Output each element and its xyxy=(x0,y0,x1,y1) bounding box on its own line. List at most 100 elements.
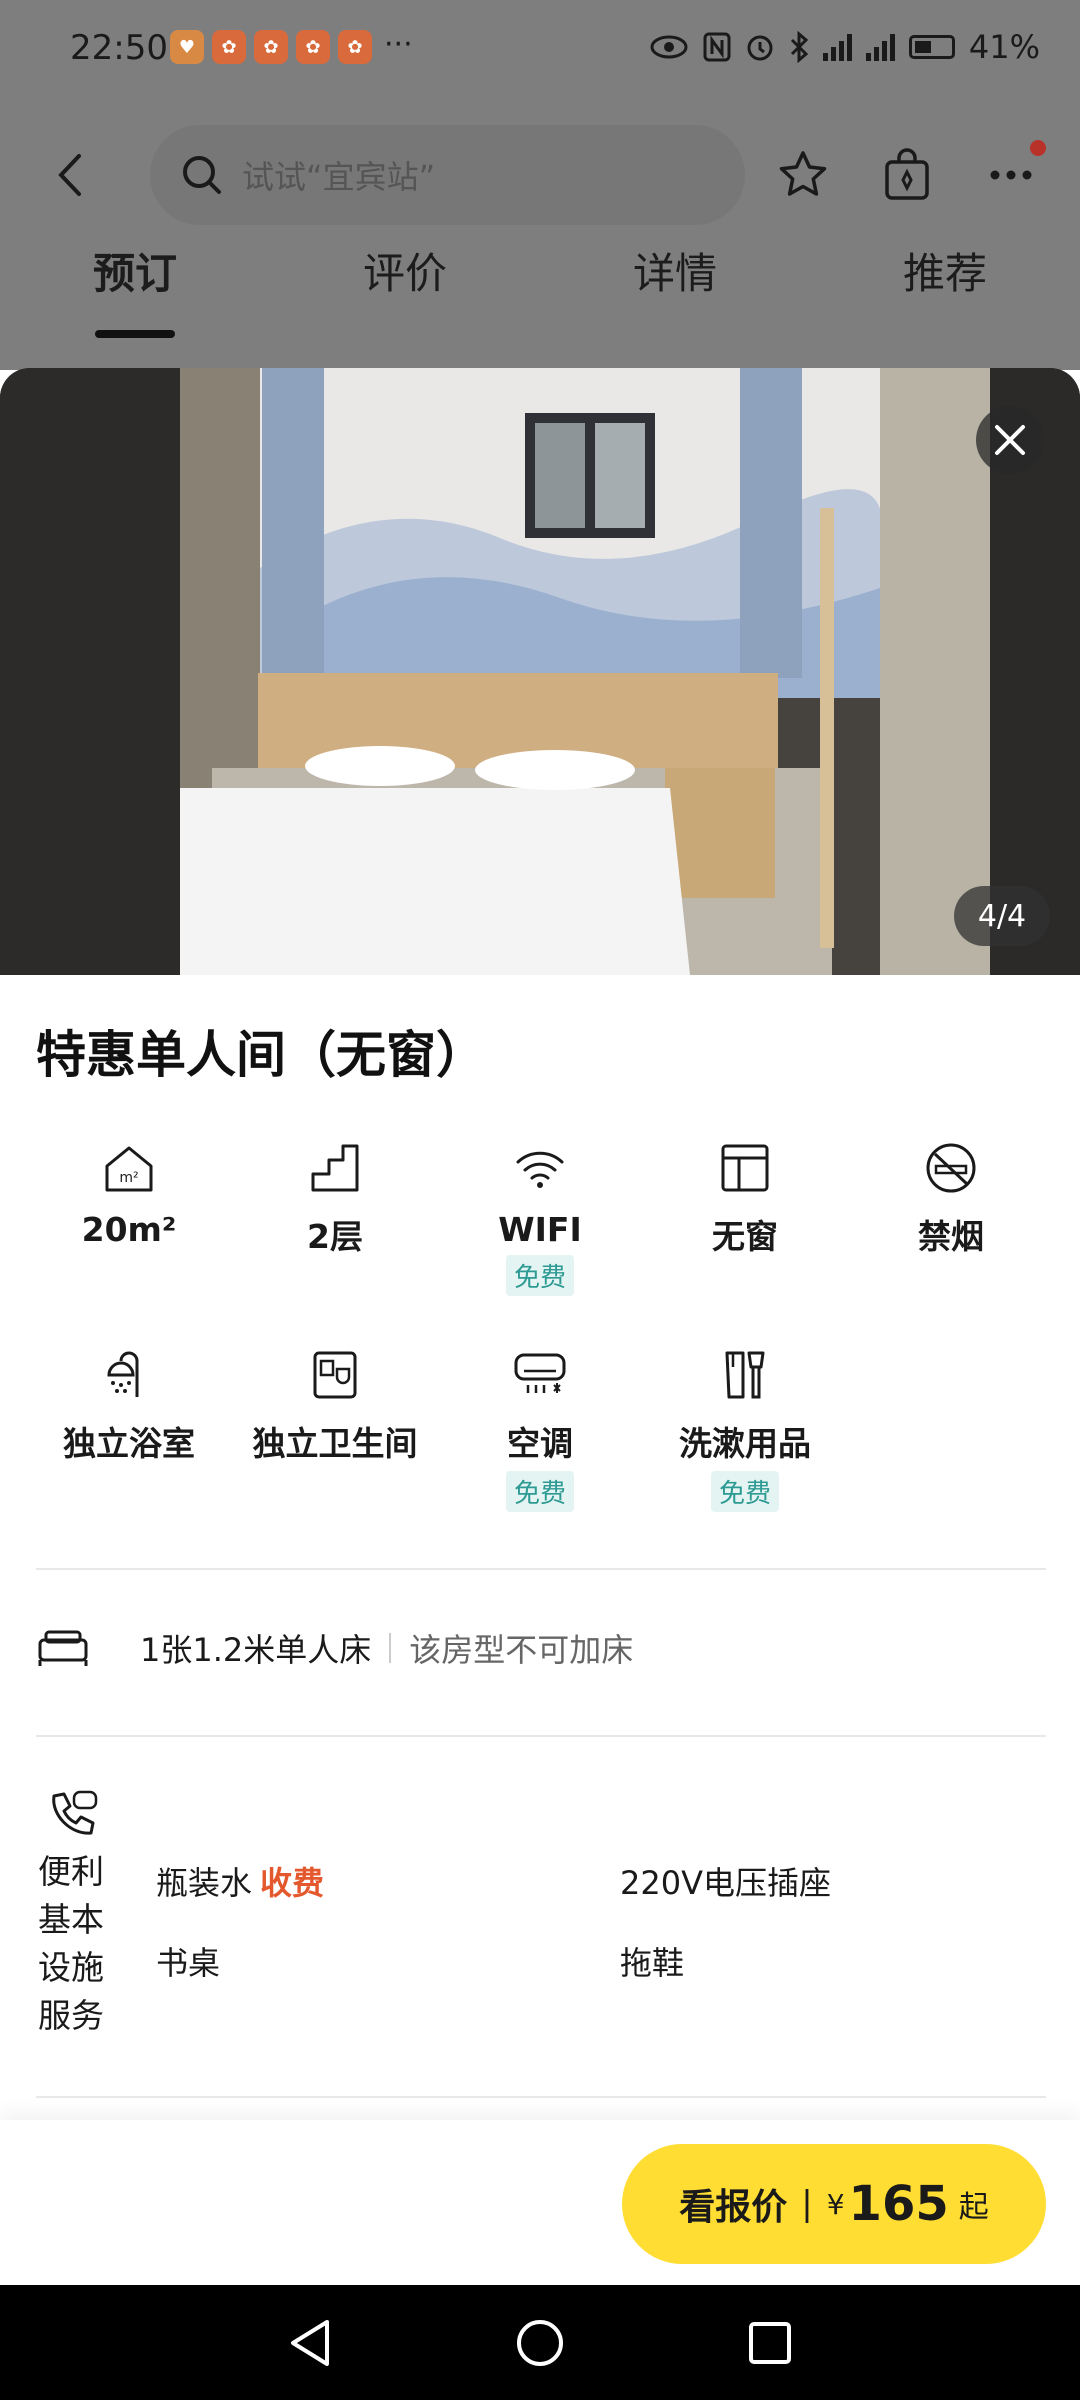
amenity-bathroom: 独立卫生间 xyxy=(235,1345,435,1465)
room-detail-sheet: 4/4 特惠单人间（无窗） m² 20m² 2层 WIFI 免费 无窗 禁烟 独… xyxy=(0,368,1080,2120)
page-header: 试试“宜宾站” 预订 评价 详情 推荐 xyxy=(0,100,1080,370)
back-button[interactable] xyxy=(40,140,100,210)
more-dots-icon xyxy=(990,170,1032,180)
system-icons: 41% xyxy=(649,28,1040,66)
app-notification-icon: ✿ xyxy=(254,30,288,64)
nav-back-button[interactable] xyxy=(280,2313,340,2373)
app-notification-icon: ✿ xyxy=(212,30,246,64)
notification-badge xyxy=(1030,140,1046,156)
shop-button[interactable] xyxy=(872,140,942,210)
price-suffix: 起 xyxy=(958,2190,989,2225)
system-nav-bar xyxy=(0,2285,1080,2400)
square-recents-icon xyxy=(749,2322,791,2364)
free-tag: 免费 xyxy=(505,1255,574,1296)
amenity-air-conditioner: 空调 免费 xyxy=(440,1345,640,1512)
extra-bed-note: 该房型不可加床 xyxy=(409,1631,634,1669)
status-time: 22:50 xyxy=(70,28,168,68)
amenity-label: 独立卫生间 xyxy=(252,1424,418,1463)
window-icon xyxy=(721,1144,769,1192)
app-notification-icon: ✿ xyxy=(338,30,372,64)
facility-label: 拖鞋 xyxy=(620,1944,685,1982)
room-photo[interactable]: 4/4 xyxy=(0,368,1080,975)
favorite-button[interactable] xyxy=(768,140,838,210)
nav-home-button[interactable] xyxy=(510,2313,570,2373)
wifi-icon xyxy=(516,1151,564,1188)
bottom-action-bar: 看报价 | ¥ 165 起 xyxy=(0,2120,1080,2285)
amenity-label: WIFI xyxy=(498,1210,582,1249)
room-photo-illustration xyxy=(0,368,1080,975)
divider xyxy=(36,1568,1046,1570)
active-tab-indicator xyxy=(95,330,175,338)
free-tag: 免费 xyxy=(505,1471,574,1512)
close-icon xyxy=(995,425,1025,455)
amenity-label: 无窗 xyxy=(712,1217,778,1256)
facility-item: 书桌 xyxy=(156,1938,220,1984)
tab-recommend[interactable]: 推荐 xyxy=(845,240,1045,301)
photo-counter: 4/4 xyxy=(954,886,1050,946)
battery-icon xyxy=(908,35,955,59)
nav-recents-button[interactable] xyxy=(740,2313,800,2373)
amenity-no-smoking: 禁烟 xyxy=(851,1138,1051,1258)
eye-icon xyxy=(650,35,688,59)
stairs-icon xyxy=(311,1144,359,1192)
amenity-label: 禁烟 xyxy=(918,1217,984,1256)
bathroom-icon xyxy=(313,1351,357,1399)
star-icon xyxy=(779,151,827,196)
amenity-wifi: WIFI 免费 xyxy=(440,1138,640,1296)
svg-text:m²: m² xyxy=(119,1170,138,1186)
fee-tag: 收费 xyxy=(260,1864,325,1902)
signal-icon xyxy=(865,33,895,61)
view-price-button[interactable]: 看报价 | ¥ 165 起 xyxy=(622,2144,1046,2264)
notification-icons: ♥ ✿ ✿ ✿ ✿ ··· xyxy=(170,30,413,64)
amenity-area: m² 20m² xyxy=(29,1138,229,1249)
tab-booking[interactable]: 预订 xyxy=(35,240,235,301)
tab-reviews[interactable]: 评价 xyxy=(305,240,505,301)
no-smoking-icon xyxy=(926,1143,976,1193)
search-icon xyxy=(183,156,221,194)
amenity-label: 2层 xyxy=(307,1217,363,1256)
facility-label: 220V电压插座 xyxy=(620,1864,831,1902)
tab-bar: 预订 评价 详情 推荐 xyxy=(0,240,1080,370)
amenity-label: 空调 xyxy=(507,1424,573,1463)
chevron-left-icon xyxy=(58,154,81,196)
close-button[interactable] xyxy=(976,406,1044,474)
app-notification-icon: ♥ xyxy=(170,30,204,64)
bluetooth-icon xyxy=(790,31,809,63)
facility-label: 瓶装水 xyxy=(156,1864,253,1902)
nfc-icon xyxy=(703,32,731,62)
amenity-label: 20m² xyxy=(81,1210,177,1249)
phone-service-icon xyxy=(52,1790,98,1835)
area-icon: m² xyxy=(105,1146,153,1192)
bed-info: 1张1.2米单人床 该房型不可加床 xyxy=(36,1613,1046,1683)
divider xyxy=(36,2096,1046,2098)
divider xyxy=(36,1735,1046,1737)
shopping-bag-icon xyxy=(885,148,929,200)
free-tag: 免费 xyxy=(710,1471,779,1512)
facility-item: 瓶装水 收费 xyxy=(156,1858,324,1904)
facility-label: 书桌 xyxy=(156,1944,221,1982)
facility-item: 220V电压插座 xyxy=(620,1858,831,1904)
search-input[interactable]: 试试“宜宾站” xyxy=(150,125,745,225)
app-notification-icon: ✿ xyxy=(296,30,330,64)
amenity-label: 独立浴室 xyxy=(63,1424,195,1463)
amenity-toiletries: 洗漱用品 免费 xyxy=(645,1345,845,1512)
shower-icon xyxy=(107,1351,139,1397)
toiletries-icon xyxy=(725,1351,765,1399)
alarm-icon xyxy=(747,35,773,61)
air-conditioner-icon xyxy=(514,1353,566,1393)
triangle-back-icon xyxy=(291,2320,329,2366)
tab-details[interactable]: 详情 xyxy=(575,240,775,301)
more-notifications-icon: ··· xyxy=(384,27,413,62)
price-value: 165 xyxy=(848,2176,949,2232)
status-bar: 22:50 ♥ ✿ ✿ ✿ ✿ ··· 41% xyxy=(0,0,1080,100)
facility-item: 拖鞋 xyxy=(620,1938,684,1984)
bed-icon xyxy=(38,1630,88,1666)
battery-percent: 41% xyxy=(968,28,1040,66)
more-menu-button[interactable] xyxy=(976,140,1046,210)
room-title: 特惠单人间（无窗） xyxy=(36,1026,486,1084)
amenity-shower: 独立浴室 xyxy=(29,1345,229,1465)
signal-icon xyxy=(822,33,852,61)
circle-home-icon xyxy=(517,2320,563,2366)
bed-description: 1张1.2米单人床 xyxy=(140,1631,372,1669)
search-placeholder: 试试“宜宾站” xyxy=(242,158,436,196)
